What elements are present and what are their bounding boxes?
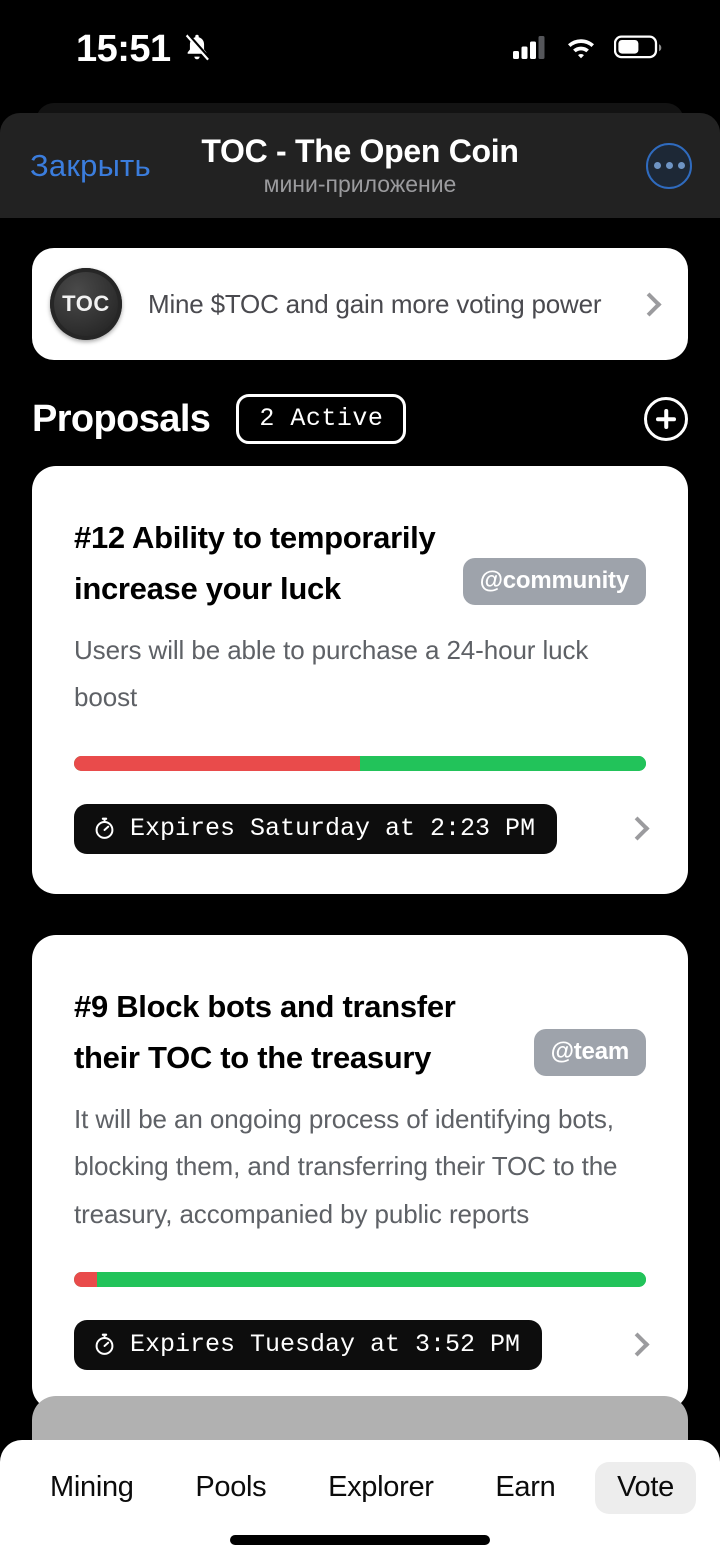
page-subtitle: мини-приложение [263,171,457,197]
status-bar-clock: 15:51 [76,27,171,70]
coin-label: TOC [62,291,110,316]
dot [653,162,661,169]
proposal-description: Users will be able to purchase a 24-hour… [74,634,589,713]
proposal-tag: @team [533,1029,646,1076]
proposal-description: It will be an ongoing process of identif… [74,1103,618,1229]
proposal-title-row: #9 Block bots and transfer their TOC to … [74,981,646,1084]
page-title: TOC - The Open Coin [201,133,519,169]
vote-progress-bar [74,755,646,771]
mine-banner[interactable]: TOC Mine $TOC and gain more voting power [32,248,688,360]
tab-explorer[interactable]: Explorer [306,1462,456,1514]
wifi-icon [564,34,598,65]
bell-slash-icon [181,31,213,68]
tab-earn[interactable]: Earn [473,1462,577,1514]
ellipsis-circle-icon[interactable] [646,142,692,189]
proposal-tag: @community [462,558,646,605]
vote-against-segment [74,1271,97,1287]
scroll-content: TOC Mine $TOC and gain more voting power… [0,218,720,1440]
proposal-card-peek[interactable] [32,1396,688,1440]
expiry-chip: Expires Tuesday at 3:52 PM [74,1319,543,1370]
dot [665,162,673,169]
vote-against-segment [74,755,360,771]
vote-for-segment [96,1271,646,1287]
proposal-card[interactable]: #12 Ability to temporarily increase your… [32,466,688,894]
active-count-badge: 2 Active [236,394,407,444]
tab-mining[interactable]: Mining [28,1462,156,1514]
tab-vote[interactable]: Vote [595,1462,696,1514]
chevron-right-icon [625,816,650,841]
close-button[interactable]: Закрыть [30,148,151,184]
stopwatch-icon [92,1332,117,1357]
stopwatch-icon [92,816,117,841]
plus-circle-icon[interactable] [644,397,688,441]
cellular-bars-icon [512,34,548,65]
home-indicator [230,1535,490,1545]
expiry-chip: Expires Saturday at 2:23 PM [74,803,558,854]
proposal-footer: Expires Tuesday at 3:52 PM [74,1319,650,1370]
status-bar-left: 15:51 [76,28,213,71]
mine-banner-text: Mine $TOC and gain more voting power [148,288,602,319]
dot [677,162,685,169]
tab-pools[interactable]: Pools [173,1462,288,1514]
battery-icon [613,34,662,65]
status-bar-right [512,34,662,65]
expiry-text: Expires Saturday at 2:23 PM [130,813,536,843]
chevron-right-icon [625,1332,650,1357]
proposal-title: #12 Ability to temporarily increase your… [74,520,436,607]
status-bar: 15:51 [0,0,720,98]
expiry-text: Expires Tuesday at 3:52 PM [130,1329,521,1359]
proposal-card[interactable]: #9 Block bots and transfer their TOC to … [32,935,688,1410]
vote-for-segment [360,755,646,771]
proposal-title-row: #12 Ability to temporarily increase your… [74,512,646,615]
bottom-tab-bar: Mining Pools Explorer Earn Vote [0,1440,720,1562]
proposal-footer: Expires Saturday at 2:23 PM [74,803,650,854]
toc-coin-icon: TOC [50,268,122,340]
proposals-title: Proposals [32,397,211,440]
proposal-title: #9 Block bots and transfer their TOC to … [74,989,456,1076]
mini-app-header: Закрыть TOC - The Open Coin мини-приложе… [0,113,720,218]
proposals-header: Proposals 2 Active [32,388,688,450]
vote-progress-bar [74,1271,646,1287]
chevron-right-icon [637,291,662,317]
